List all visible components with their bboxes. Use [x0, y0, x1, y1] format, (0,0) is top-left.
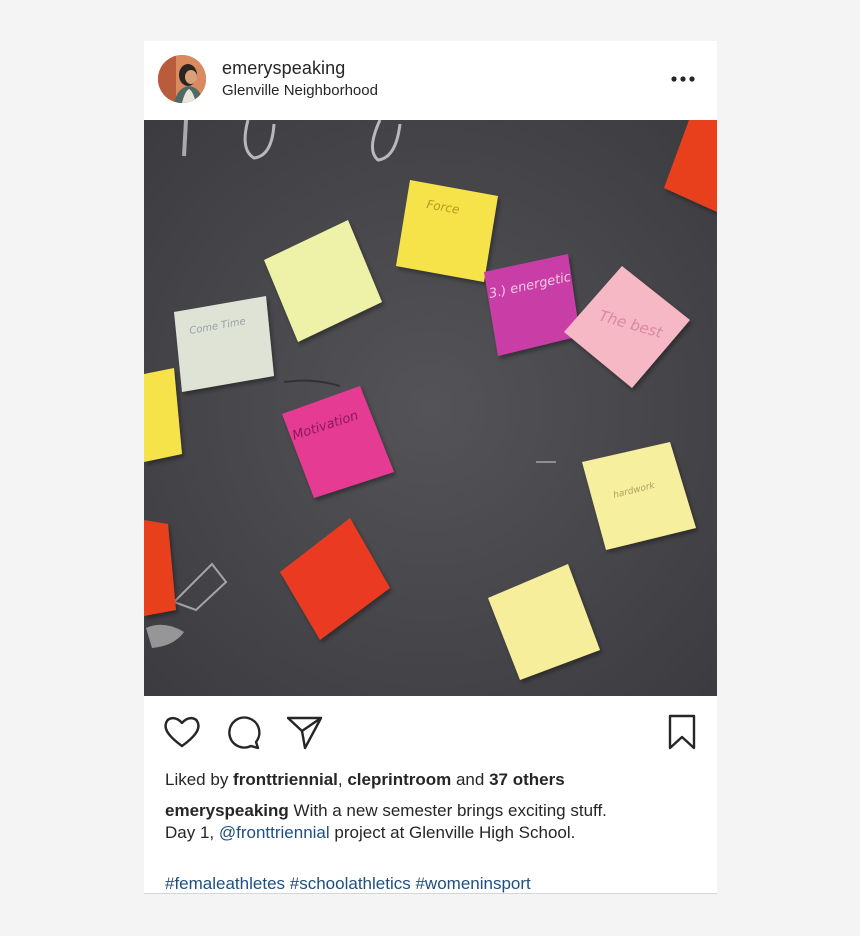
- post-header: emeryspeaking Glenville Neighborhood: [144, 41, 717, 120]
- liked-by-user-1[interactable]: fronttriennial: [233, 770, 338, 789]
- comment-icon[interactable]: [223, 712, 263, 752]
- likes-separator: ,: [337, 770, 348, 789]
- caption-username[interactable]: emeryspeaking: [165, 801, 289, 820]
- avatar-image: [158, 55, 206, 103]
- caption-text-3: project at Glenville High School.: [329, 823, 576, 842]
- chalkboard-sticky-notes-image: Force Come Time 3.) energetic The best M…: [144, 120, 717, 696]
- post-caption: emeryspeaking With a new semester brings…: [165, 800, 705, 844]
- share-icon[interactable]: [284, 712, 324, 752]
- post-card: emeryspeaking Glenville Neighborhood For…: [144, 41, 717, 894]
- post-location[interactable]: Glenville Neighborhood: [222, 82, 378, 99]
- heart-icon[interactable]: [162, 712, 202, 752]
- likes-summary: Liked by fronttriennial, cleprintroom an…: [165, 770, 565, 790]
- post-username[interactable]: emeryspeaking: [222, 58, 345, 79]
- liked-by-user-2[interactable]: cleprintroom: [347, 770, 451, 789]
- caption-text-2: Day 1,: [165, 823, 219, 842]
- post-photo[interactable]: Force Come Time 3.) energetic The best M…: [144, 120, 717, 696]
- hashtag[interactable]: #womeninsport: [415, 874, 530, 893]
- bookmark-icon[interactable]: [662, 712, 702, 752]
- liked-by-others-link[interactable]: 37 others: [489, 770, 565, 789]
- likes-prefix: Liked by: [165, 770, 234, 789]
- hashtag[interactable]: #schoolathletics: [290, 874, 411, 893]
- avatar[interactable]: [158, 55, 206, 103]
- more-horizontal-icon[interactable]: [666, 67, 702, 91]
- hashtag[interactable]: #femaleathletes: [165, 874, 285, 893]
- hashtag-list: #femaleathletes #schoolathletics #womeni…: [165, 874, 531, 894]
- action-bar: [144, 712, 717, 756]
- caption-mention[interactable]: @fronttriennial: [219, 823, 330, 842]
- likes-middle: and: [451, 770, 490, 789]
- caption-text-1: With a new semester brings exciting stuf…: [288, 801, 607, 820]
